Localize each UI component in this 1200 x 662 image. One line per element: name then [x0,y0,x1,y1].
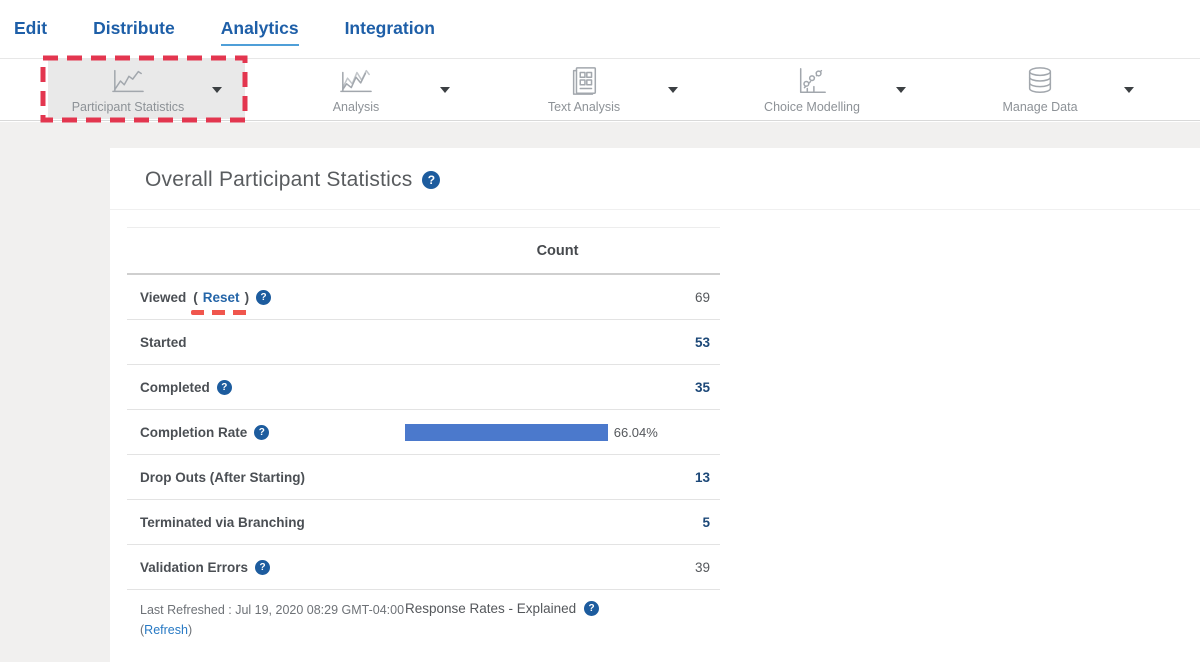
help-icon[interactable]: ? [254,425,269,440]
row-label: Drop Outs (After Starting) [140,470,305,485]
row-label: Completion Rate [140,425,247,440]
row-label: Validation Errors [140,560,248,575]
row-label: Viewed [140,290,186,305]
row-value: 13 [405,470,720,485]
help-icon[interactable]: ? [584,601,599,616]
chevron-down-icon[interactable] [1124,87,1134,93]
table-footer: Last Refreshed : Jul 19, 2020 08:29 GMT-… [127,600,720,640]
toolbar-item-analysis[interactable]: Analysis [242,59,470,120]
row-label: Completed [140,380,210,395]
toolbar-item-label: Choice Modelling [764,100,860,114]
line-chart-icon [108,65,148,97]
response-rates-explained: Response Rates - Explained ? [405,600,599,640]
response-rates-label: Response Rates - Explained [405,601,576,616]
paren-open: ( [193,290,198,305]
participant-statistics-table: Count Viewed ( Reset) ? 69 Started 53 [127,227,720,640]
top-navbar: Edit Distribute Analytics Integration [0,0,1200,58]
table-row-validation-errors: Validation Errors ? 39 [127,545,720,590]
toolbar-item-choice-modelling[interactable]: Choice Modelling [698,59,926,120]
last-refreshed-text: Last Refreshed : Jul 19, 2020 08:29 GMT-… [127,600,405,640]
annotation-red-dashed-underline [191,310,251,315]
completion-rate-value: 66.04% [614,425,658,440]
row-label: Started [140,335,187,350]
statistics-card: Overall Participant Statistics ? Count V… [110,148,1200,662]
nav-item-integration[interactable]: Integration [345,18,435,44]
row-label: Terminated via Branching [140,515,305,530]
chevron-down-icon[interactable] [440,87,450,93]
nav-item-edit[interactable]: Edit [14,18,47,44]
count-column-header: Count [537,243,579,259]
toolbar-item-label: Analysis [333,100,380,114]
table-row-drop-outs: Drop Outs (After Starting) 13 [127,455,720,500]
table-row-terminated: Terminated via Branching 5 [127,500,720,545]
page-title: Overall Participant Statistics [145,168,412,192]
toolbar-item-label: Participant Statistics [72,100,185,114]
chevron-down-icon[interactable] [896,87,906,93]
row-value: 53 [405,335,720,350]
completion-rate-bar-fill [405,424,608,441]
completion-rate-bar: 66.04% [405,424,712,441]
help-icon[interactable]: ? [217,380,232,395]
table-row-completed: Completed ? 35 [127,365,720,410]
toolbar-item-participant-statistics[interactable]: Participant Statistics [14,59,242,120]
table-row-viewed: Viewed ( Reset) ? 69 [127,275,720,320]
row-value: 35 [405,380,720,395]
multi-line-chart-icon [336,65,376,97]
row-value: 69 [405,290,720,305]
scatter-chart-icon [792,65,832,97]
table-row-started: Started 53 [127,320,720,365]
help-icon[interactable]: ? [256,290,271,305]
chevron-down-icon[interactable] [668,87,678,93]
reset-group: ( Reset) [193,290,249,305]
help-icon[interactable]: ? [255,560,270,575]
refresh-link[interactable]: Refresh [144,623,188,637]
title-divider [110,209,1200,210]
nav-item-analytics[interactable]: Analytics [221,18,299,46]
toolbar-item-label: Text Analysis [548,100,620,114]
document-grid-icon [567,65,601,97]
table-row-completion-rate: Completion Rate ? 66.04% [127,410,720,455]
toolbar-item-label: Manage Data [1002,100,1077,114]
nav-item-distribute[interactable]: Distribute [93,18,175,44]
chevron-down-icon[interactable] [212,87,222,93]
toolbar-item-text-analysis[interactable]: Text Analysis [470,59,698,120]
paren-close: ) [245,290,250,305]
reset-link[interactable]: Reset [203,290,240,305]
help-icon[interactable]: ? [422,171,440,189]
analytics-toolbar: Participant Statistics Analysis [0,58,1200,121]
table-header-row: Count [127,227,720,275]
row-value: 39 [405,560,720,575]
row-value: 5 [405,515,720,530]
database-icon [1023,65,1057,97]
toolbar-item-manage-data[interactable]: Manage Data [926,59,1154,120]
paren-close: ) [188,623,192,637]
content-background: Overall Participant Statistics ? Count V… [0,122,1200,662]
